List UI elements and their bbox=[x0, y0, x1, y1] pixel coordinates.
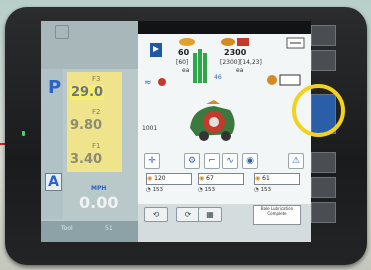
wrap-status-icon bbox=[267, 74, 301, 86]
net-counter-3: ◉ 61 bbox=[254, 173, 300, 185]
small-counter-1: ◔ 153 bbox=[146, 187, 164, 193]
f1-label: F1 bbox=[92, 142, 101, 150]
bale-total-sub: [2300][14,23] bbox=[220, 59, 262, 66]
small-count-1: 153 bbox=[152, 187, 164, 193]
bale-icon bbox=[179, 38, 195, 46]
pickup-button[interactable]: ∿ bbox=[222, 153, 238, 169]
crosshair-button[interactable]: ✛ bbox=[144, 153, 160, 169]
left-pane-header bbox=[41, 21, 138, 69]
counter-set-icon[interactable] bbox=[286, 37, 306, 49]
softkey-4[interactable] bbox=[311, 152, 336, 173]
speed-unit: MPH bbox=[91, 185, 107, 192]
bale-count: 60 bbox=[178, 48, 190, 57]
baler-header-bar bbox=[138, 21, 311, 34]
moisture-icon: ≈ bbox=[144, 78, 166, 88]
small-counter-3: ◔ 153 bbox=[254, 187, 272, 193]
net-count-1: 120 bbox=[154, 175, 166, 182]
info-message: Bale Lubrication Complete bbox=[253, 205, 301, 225]
terminal-screen: P F3 29.0 F2 9.80 F1 3.40 MPH A 0.00 Too… bbox=[41, 21, 311, 242]
f1-value[interactable]: 3.40 bbox=[70, 152, 102, 167]
f2-value[interactable]: 9.80 bbox=[70, 118, 102, 133]
softkey-6[interactable] bbox=[311, 202, 336, 223]
shape-bar-left bbox=[193, 53, 197, 83]
net-count-3: 61 bbox=[262, 175, 270, 182]
small-count-3: 153 bbox=[260, 187, 272, 193]
left-pane-footer bbox=[41, 221, 138, 242]
park-indicator: P bbox=[48, 77, 62, 98]
bale-count-unit: ea bbox=[182, 67, 190, 74]
play-icon bbox=[153, 46, 159, 52]
refresh-button[interactable]: ⟳ bbox=[176, 207, 200, 222]
net-counter-1: ◉ 120 bbox=[146, 173, 192, 185]
bale-total-unit: ea bbox=[236, 67, 244, 74]
tractor-status-pane: P F3 29.0 F2 9.80 F1 3.40 MPH A 0.00 Too… bbox=[41, 21, 138, 242]
bale-count-sub: [60] bbox=[176, 59, 189, 66]
highlight-circle bbox=[292, 84, 345, 137]
knife-button[interactable]: ⌐ bbox=[204, 153, 220, 169]
tab-tool[interactable]: Tool bbox=[61, 225, 73, 237]
left-counter: 1001 bbox=[142, 125, 158, 132]
net-count-2: 67 bbox=[206, 175, 214, 182]
small-count-2: 153 bbox=[204, 187, 216, 193]
tab-secondary[interactable]: 51 bbox=[105, 225, 113, 237]
flag-icon[interactable] bbox=[55, 25, 69, 39]
auto-indicator[interactable]: A bbox=[45, 173, 62, 191]
softkey-2[interactable] bbox=[311, 50, 336, 71]
bale-total: 2300 bbox=[224, 48, 247, 57]
density-value: 46 bbox=[214, 74, 222, 81]
shape-bar-right bbox=[203, 53, 207, 83]
small-counter-2: ◔ 153 bbox=[198, 187, 216, 193]
f2-label: F2 bbox=[92, 108, 101, 116]
chamber-button[interactable]: ◉ bbox=[242, 153, 258, 169]
baler-graphic bbox=[186, 100, 241, 142]
shape-bar-center bbox=[198, 49, 202, 83]
bale-total-icon bbox=[221, 38, 249, 46]
softkey-5[interactable] bbox=[311, 177, 336, 198]
ground-speed: 0.00 bbox=[79, 193, 119, 212]
keypad-button[interactable]: ▦ bbox=[198, 207, 222, 222]
info-message-text: Bale Lubrication Complete bbox=[260, 206, 294, 216]
diagnostic-button[interactable]: ⚠ bbox=[288, 153, 304, 169]
reset-button[interactable]: ⟲ bbox=[144, 207, 168, 222]
net-counter-2: ◉ 67 bbox=[198, 173, 244, 185]
function-values-panel: F3 29.0 F2 9.80 F1 3.40 bbox=[67, 72, 122, 172]
f3-value[interactable]: 29.0 bbox=[70, 85, 105, 100]
svg-text:≈: ≈ bbox=[144, 78, 152, 88]
f3-label: F3 bbox=[92, 75, 101, 83]
softkey-1[interactable] bbox=[311, 25, 336, 46]
status-led bbox=[22, 131, 25, 136]
settings-button[interactable]: ⚙ bbox=[184, 153, 200, 169]
baler-run-pane: 60 [60] ea 2300 [2300][14,23] ea ≈ 46 10… bbox=[138, 21, 311, 242]
